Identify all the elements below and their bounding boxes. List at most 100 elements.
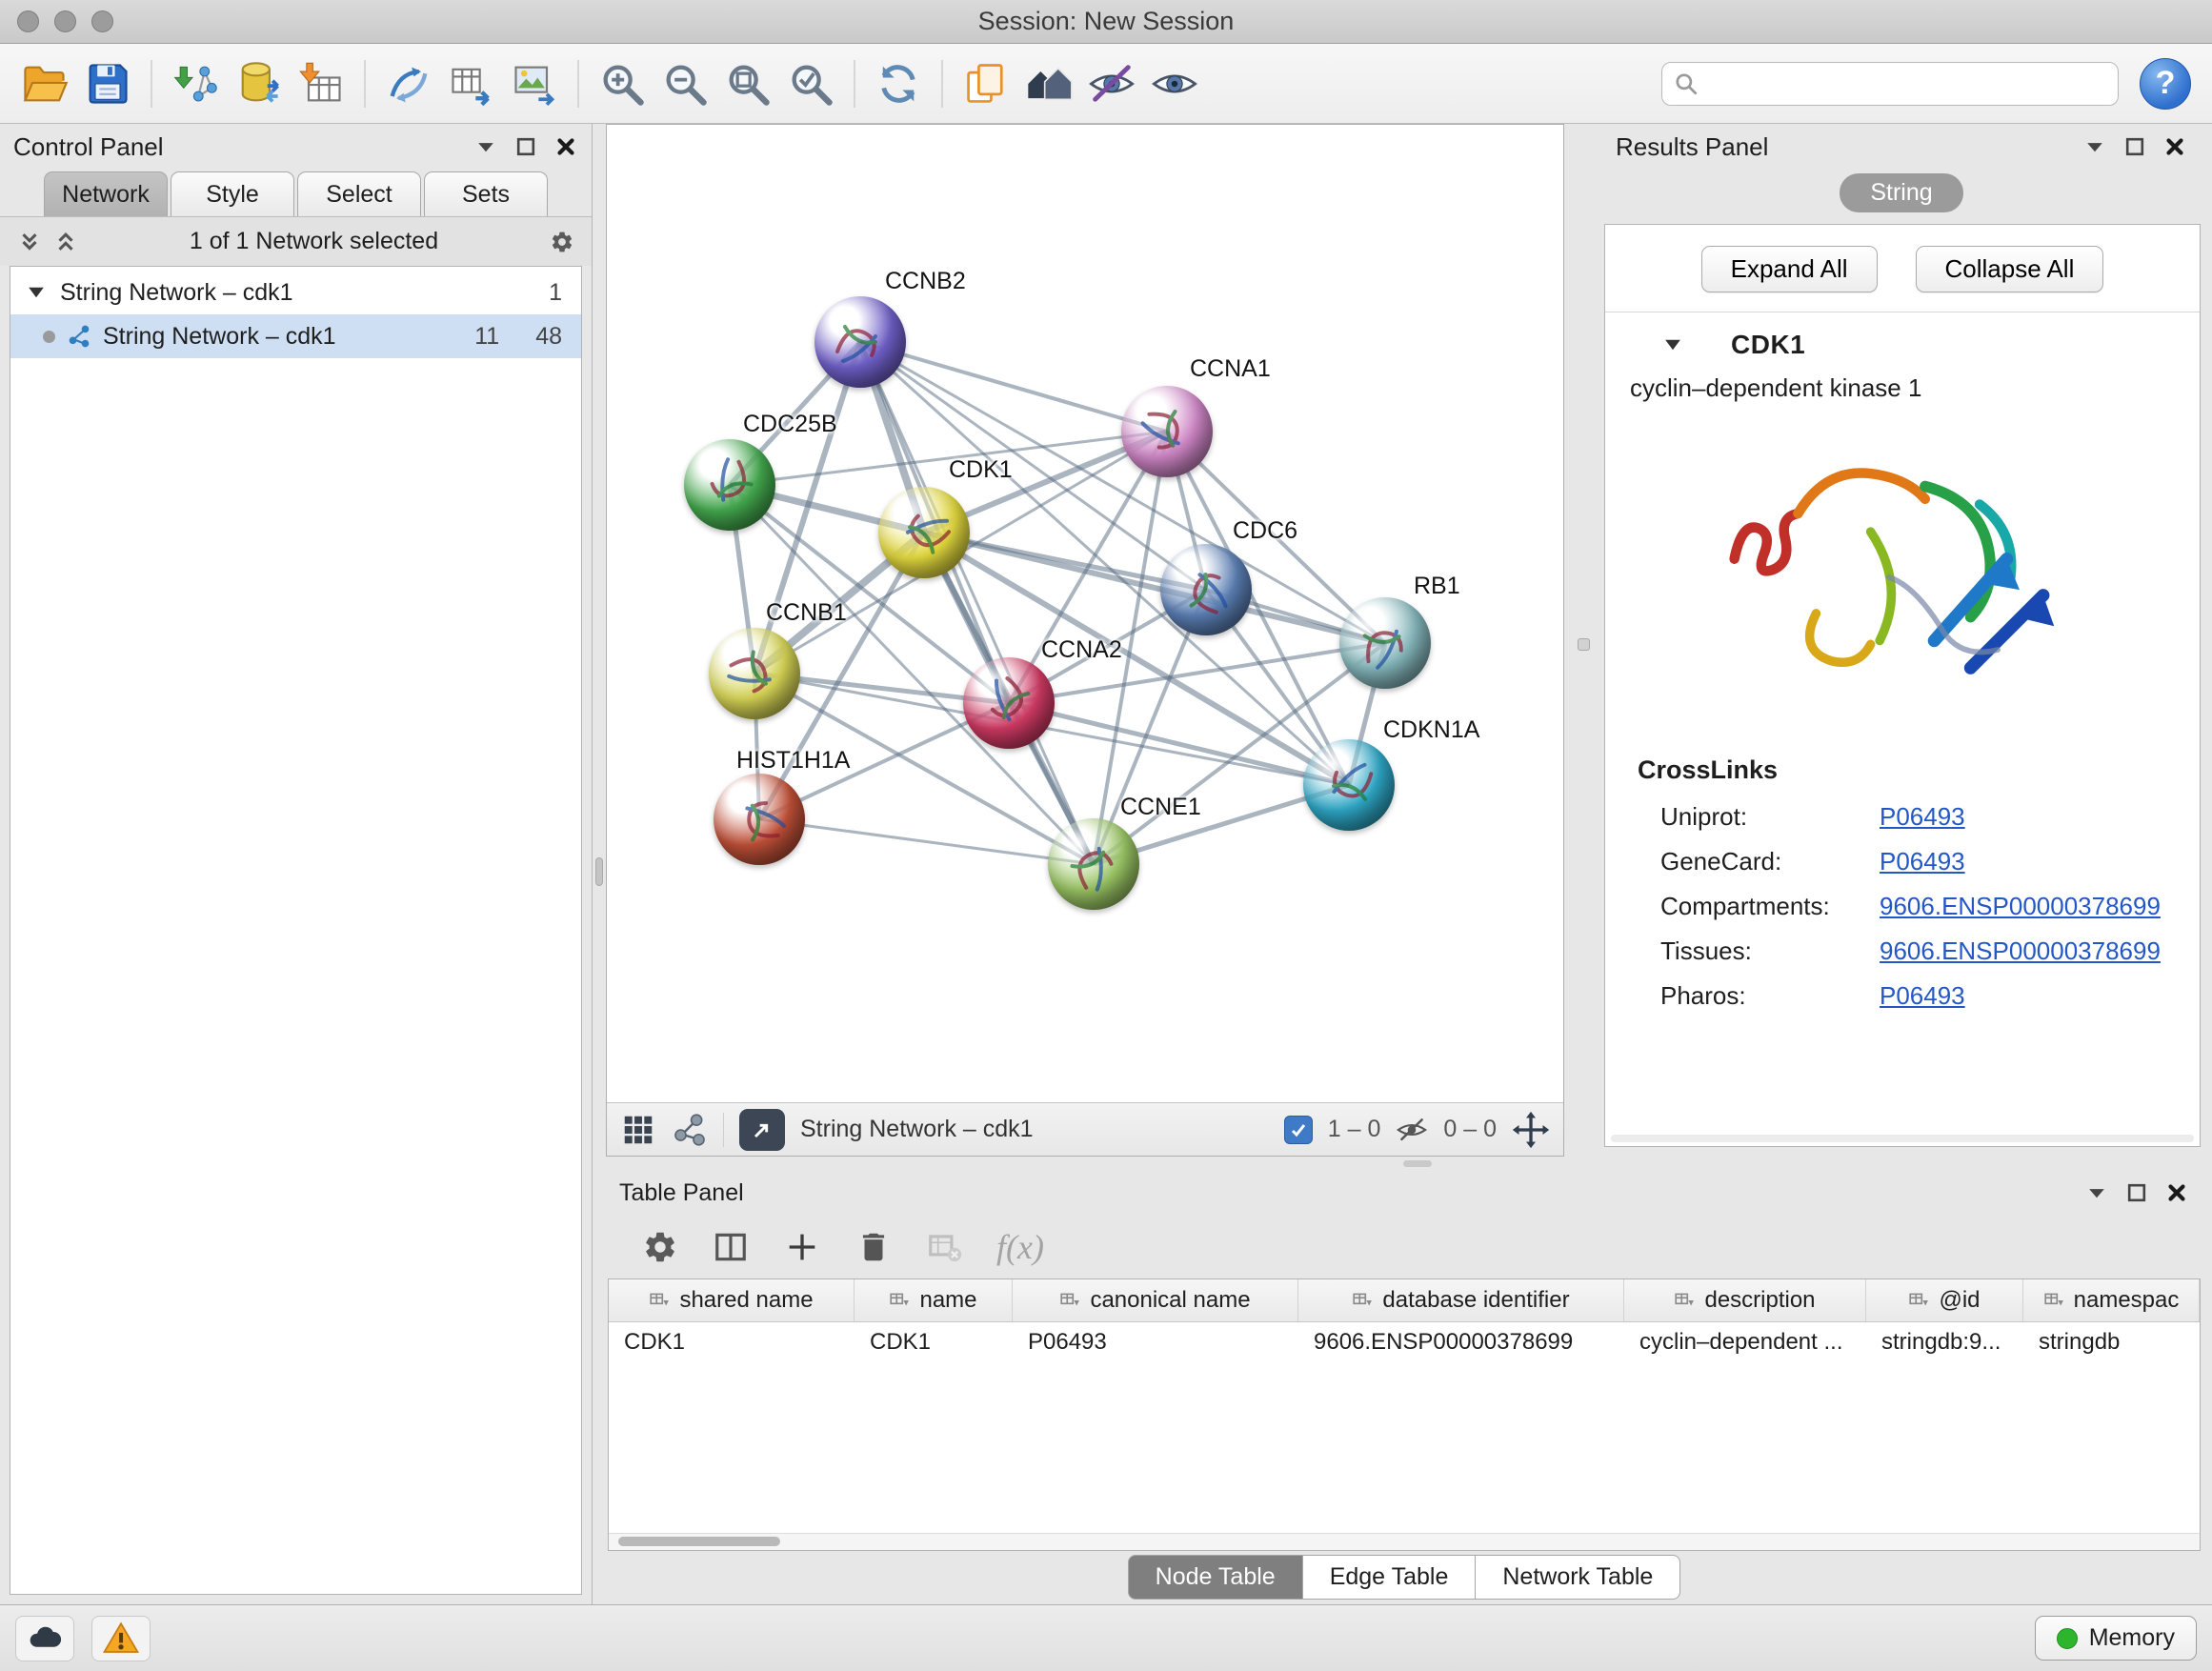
tab-sets[interactable]: Sets	[424, 171, 548, 216]
network-edge[interactable]	[924, 533, 1385, 643]
import-network-button[interactable]	[166, 54, 225, 113]
left-splitter[interactable]	[593, 124, 606, 1604]
network-canvas[interactable]: CCNB2CCNA1CDC25BCDK1CDC6RB1CCNB1CCNA2CDK…	[607, 125, 1563, 1102]
network-edge[interactable]	[759, 819, 1094, 864]
zoom-window-button[interactable]	[91, 10, 113, 32]
export-image-button[interactable]	[505, 54, 564, 113]
open-in-new-window-button[interactable]	[739, 1109, 785, 1151]
crosslink-genecard-link[interactable]: P06493	[1880, 847, 1965, 876]
zoom-selected-button[interactable]	[781, 54, 840, 113]
column-header-shared-name[interactable]: shared name	[609, 1279, 855, 1321]
network-node-ccna2[interactable]	[963, 657, 1055, 749]
network-row[interactable]: String Network – cdk1 11 48	[10, 314, 581, 358]
tab-node-table[interactable]: Node Table	[1128, 1555, 1303, 1600]
panel-menu-button[interactable]	[2082, 134, 2107, 159]
show-all-button[interactable]	[1145, 54, 1204, 113]
column-header-namespac[interactable]: namespac	[2023, 1279, 2200, 1321]
gear-icon[interactable]	[550, 230, 574, 254]
import-table-button[interactable]	[292, 54, 351, 113]
entry-header[interactable]: CDK1	[1605, 312, 2200, 372]
crosslink-tissues-link[interactable]: 9606.ENSP00000378699	[1880, 936, 2161, 966]
gear-icon[interactable]	[642, 1229, 678, 1265]
merge-networks-button[interactable]	[379, 54, 438, 113]
grid-icon[interactable]	[620, 1112, 656, 1148]
splitter-handle[interactable]	[1578, 638, 1590, 651]
columns-icon[interactable]	[713, 1229, 749, 1265]
export-table-button[interactable]	[442, 54, 501, 113]
column-header-description[interactable]: description	[1624, 1279, 1866, 1321]
import-database-button[interactable]	[229, 54, 288, 113]
cloud-button[interactable]	[15, 1616, 74, 1661]
results-scrollbar[interactable]	[1611, 1135, 2194, 1142]
network-node-cdc25b[interactable]	[684, 439, 775, 531]
horizontal-splitter[interactable]	[606, 1157, 2212, 1170]
refresh-button[interactable]	[869, 54, 928, 113]
minimize-window-button[interactable]	[54, 10, 76, 32]
panel-menu-button[interactable]	[473, 134, 498, 159]
network-node-ccnb2[interactable]	[814, 296, 906, 388]
close-panel-button[interactable]	[2164, 1180, 2189, 1205]
panel-menu-button[interactable]	[2084, 1180, 2109, 1205]
disclosure-triangle-icon[interactable]	[1660, 332, 1685, 357]
help-button[interactable]: ?	[2140, 58, 2191, 110]
string-tab-badge[interactable]: String	[1840, 173, 1962, 212]
float-panel-button[interactable]	[2124, 1180, 2149, 1205]
table-scrollbar-thumb[interactable]	[618, 1537, 780, 1546]
network-edge[interactable]	[860, 342, 1094, 864]
splitter-handle[interactable]	[595, 857, 603, 886]
close-panel-button[interactable]	[2162, 134, 2187, 159]
table-scrollbar-track[interactable]	[609, 1533, 2200, 1550]
column-header-canonical-name[interactable]: canonical name	[1013, 1279, 1298, 1321]
zoom-in-button[interactable]	[593, 54, 652, 113]
network-node-rb1[interactable]	[1339, 597, 1431, 689]
zoom-out-button[interactable]	[655, 54, 714, 113]
right-splitter[interactable]	[1564, 124, 1602, 1157]
close-panel-button[interactable]	[553, 134, 578, 159]
home-button[interactable]	[1019, 54, 1078, 113]
zoom-fit-button[interactable]	[718, 54, 777, 113]
function-builder-button[interactable]: f(x)	[996, 1227, 1044, 1267]
crosslink-uniprot-link[interactable]: P06493	[1880, 802, 1965, 832]
column-header-database-identifier[interactable]: database identifier	[1298, 1279, 1624, 1321]
crosslink-pharos-link[interactable]: P06493	[1880, 981, 1965, 1011]
save-session-button[interactable]	[78, 54, 137, 113]
splitter-handle[interactable]	[1403, 1160, 1432, 1167]
collapse-all-button[interactable]	[17, 230, 42, 254]
crosslink-compartments-link[interactable]: 9606.ENSP00000378699	[1880, 892, 2161, 921]
hide-selected-button[interactable]	[1082, 54, 1141, 113]
tab-network[interactable]: Network	[44, 171, 168, 216]
disclosure-triangle-icon[interactable]	[24, 280, 49, 305]
collapse-all-button[interactable]: Collapse All	[1916, 246, 2104, 292]
delete-column-icon[interactable]	[855, 1229, 892, 1265]
warning-button[interactable]	[91, 1616, 151, 1661]
network-collection-row[interactable]: String Network – cdk1 1	[10, 271, 581, 314]
tab-select[interactable]: Select	[297, 171, 421, 216]
column-header-name[interactable]: name	[855, 1279, 1013, 1321]
expand-all-button[interactable]	[53, 230, 78, 254]
float-panel-button[interactable]	[513, 134, 538, 159]
memory-button[interactable]: Memory	[2035, 1616, 2197, 1661]
float-panel-button[interactable]	[2122, 134, 2147, 159]
share-network-icon[interactable]	[672, 1112, 708, 1148]
table-row[interactable]: CDK1CDK1P064939606.ENSP00000378699cyclin…	[609, 1322, 2200, 1362]
expand-all-button[interactable]: Expand All	[1701, 246, 1878, 292]
network-node-hist1h1a[interactable]	[714, 774, 805, 865]
network-node-cdc6[interactable]	[1160, 544, 1252, 635]
network-node-ccne1[interactable]	[1048, 818, 1139, 910]
column-header--id[interactable]: @id	[1866, 1279, 2023, 1321]
copy-button[interactable]	[956, 54, 1016, 113]
hidden-eye-slash-icon[interactable]	[1396, 1114, 1428, 1146]
selected-checkbox-icon[interactable]	[1284, 1116, 1313, 1144]
network-node-ccnb1[interactable]	[709, 628, 800, 719]
fit-content-crosshair-icon[interactable]	[1512, 1111, 1550, 1149]
tab-style[interactable]: Style	[171, 171, 294, 216]
open-session-button[interactable]	[15, 54, 74, 113]
tab-edge-table[interactable]: Edge Table	[1303, 1555, 1477, 1600]
network-node-cdkn1a[interactable]	[1303, 739, 1395, 831]
network-node-cdk1[interactable]	[878, 487, 970, 578]
close-window-button[interactable]	[17, 10, 39, 32]
tab-network-table[interactable]: Network Table	[1476, 1555, 1680, 1600]
network-node-ccna1[interactable]	[1121, 386, 1213, 477]
add-column-icon[interactable]	[783, 1228, 821, 1266]
search-input[interactable]	[1708, 70, 2106, 97]
